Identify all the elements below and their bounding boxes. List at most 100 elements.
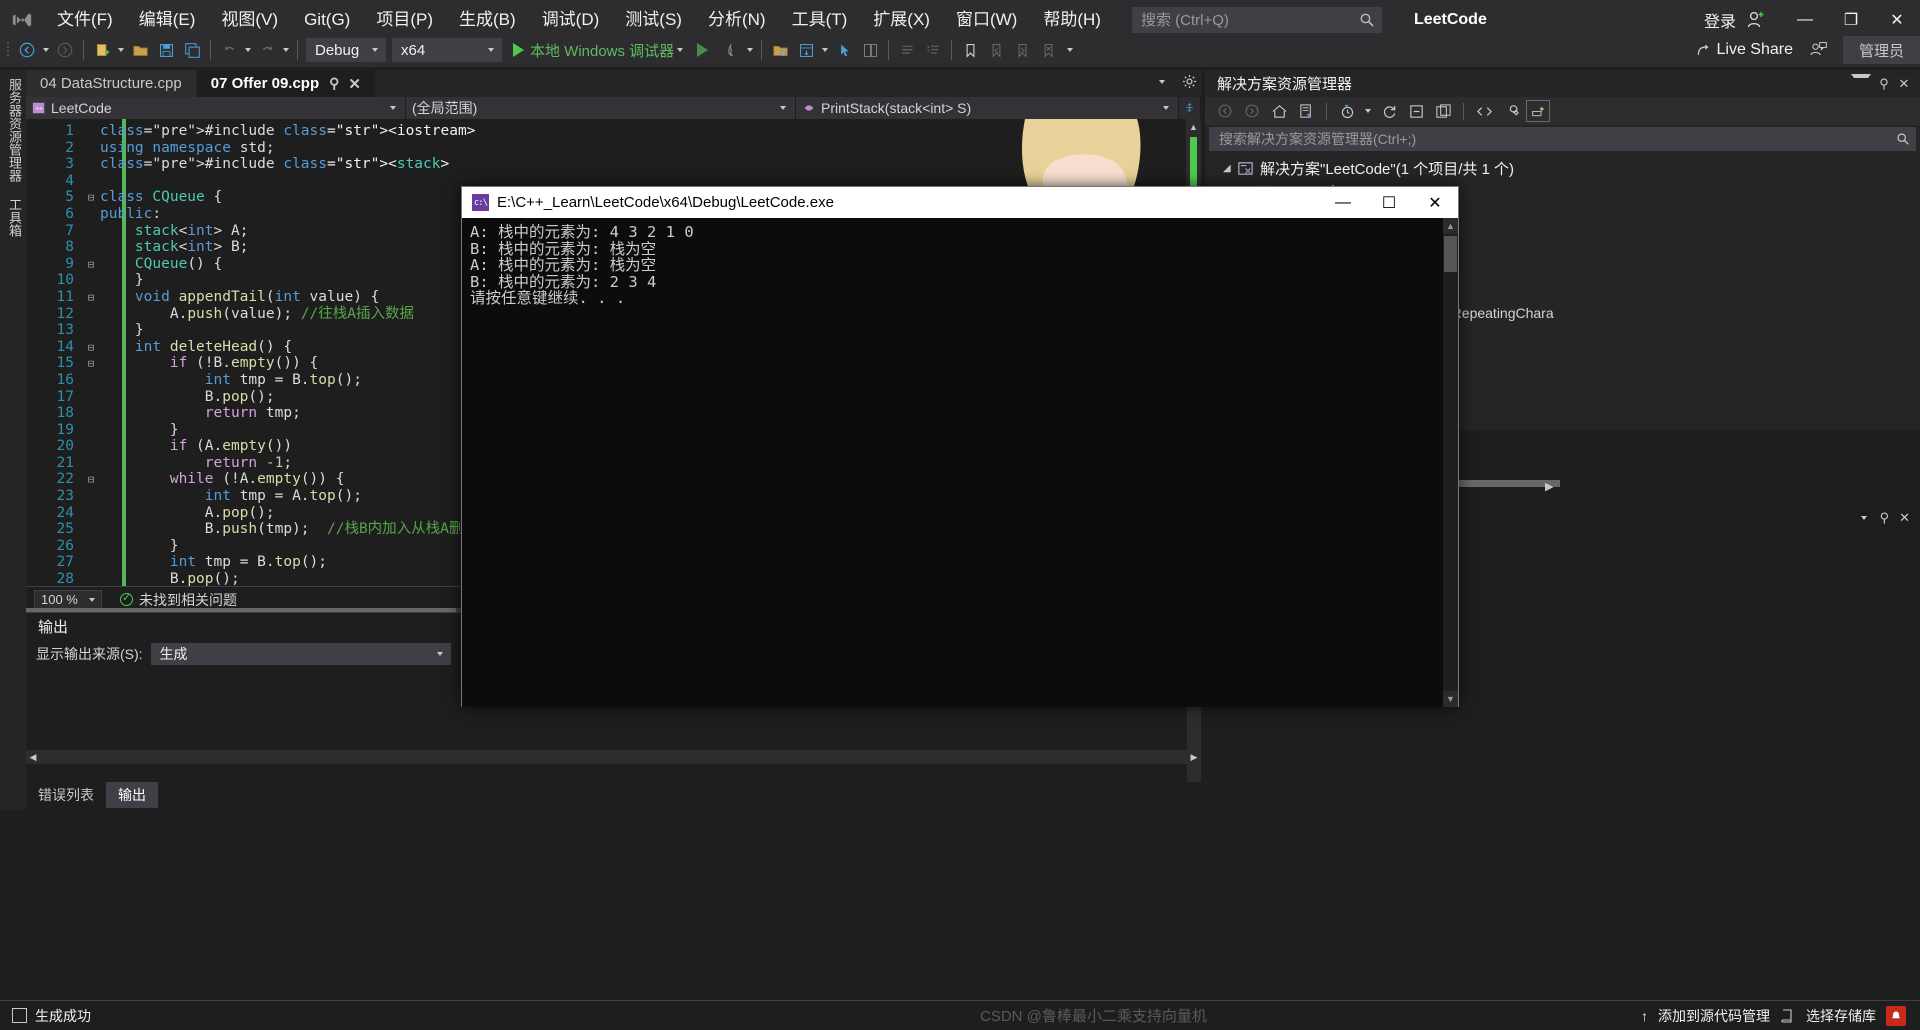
search-input[interactable] [1140,11,1359,29]
navigate-back-icon[interactable] [14,37,40,63]
back-icon[interactable] [1213,100,1237,122]
previous-bookmark-icon[interactable] [983,37,1009,63]
back-dropdown-icon[interactable] [43,48,49,52]
refresh-icon[interactable] [1377,100,1401,122]
document-tab-datastructure[interactable]: 04 DataStructure.cpp [26,70,196,97]
console-scrollbar[interactable]: ▲ ▼ [1443,218,1458,707]
pin-icon-2[interactable]: ⚲ [1880,510,1890,526]
undo-icon[interactable] [216,37,242,63]
output-source-combo[interactable]: 生成 [150,643,451,665]
toolbar-overflow-icon[interactable] [1067,48,1074,52]
console-scroll-down-icon[interactable]: ▼ [1443,691,1458,707]
notification-icon[interactable] [1886,1005,1906,1026]
hot-reload-dropdown-icon[interactable] [747,48,754,52]
pin-icon[interactable]: ⚲ [1874,74,1894,94]
close-icon[interactable]: ✕ [1894,74,1914,94]
quick-launch-search[interactable] [1131,6,1382,34]
output-scroll-left-icon[interactable]: ◀ [26,750,40,763]
start-debugging-button[interactable]: 本地 Windows 调试器 [513,40,686,61]
source-control-label[interactable]: 添加到源代码管理 [1658,1006,1770,1026]
output-horizontal-scrollbar[interactable]: ◀ ▶ [26,750,1201,764]
zoom-level-combo[interactable]: 100 % [34,589,102,610]
console-window[interactable]: c:\ E:\C++_Learn\LeetCode\x64\Debug\Leet… [461,186,1459,707]
forward-icon[interactable] [1240,100,1264,122]
chevron-down-icon-3[interactable] [1860,516,1867,520]
collapse-all-icon[interactable] [1404,100,1428,122]
show-all-files-icon[interactable] [1431,100,1455,122]
sidebar-item-server-explorer[interactable]: 服务器资源管理器 [0,70,29,190]
pending-changes-dropdown-icon[interactable] [1365,109,1371,113]
tree-node-solution[interactable]: ◢ 解决方案"LeetCode"(1 个项目/共 1 个) [1205,157,1920,180]
bottom-dock-tabs: 错误列表 输出 [26,782,1201,808]
new-item-dropdown-icon[interactable] [118,48,124,52]
uncomment-lines-icon[interactable] [920,37,946,63]
redo-icon[interactable] [254,37,280,63]
pin-icon[interactable]: ⚲ [329,75,339,92]
split-editor-icon[interactable] [1179,96,1201,119]
preview-icon[interactable] [1526,100,1550,122]
navigate-forward-icon[interactable] [52,37,78,63]
solution-icon [1238,162,1253,175]
memory-dropdown-icon[interactable] [822,48,829,52]
navbar-project-combo[interactable]: ++ LeetCode [26,96,406,119]
pending-changes-icon[interactable] [1335,100,1359,122]
solution-search-input[interactable] [1219,131,1896,147]
document-tab-offer09[interactable]: 07 Offer 09.cpp ⚲ ✕ [196,70,375,97]
compare-files-icon[interactable] [857,37,883,63]
redo-dropdown-icon[interactable] [283,48,289,52]
tree-node-solution-label: 解决方案"LeetCode"(1 个项目/共 1 个) [1260,161,1515,178]
home-icon[interactable] [1267,100,1291,122]
live-share-button[interactable]: Live Share [1716,41,1805,59]
gear-icon[interactable] [1182,74,1197,89]
view-code-icon[interactable] [1472,100,1496,122]
solution-explorer-title: 解决方案资源管理器 [1217,76,1353,93]
debug-target-dropdown-icon[interactable] [677,48,684,52]
solution-platform-combo[interactable]: x64 [392,38,502,62]
active-files-dropdown-icon[interactable] [1159,79,1165,84]
solution-config-value: Debug [315,41,360,59]
new-item-icon[interactable] [89,37,115,63]
console-scroll-thumb[interactable] [1444,236,1457,272]
undo-dropdown-icon[interactable] [245,48,251,52]
background-scroll-right-icon[interactable]: ▶ [1545,480,1553,493]
bookmark-icon[interactable] [957,37,983,63]
sign-in-button[interactable]: 登录 [1696,8,1744,32]
console-output[interactable]: A: 栈中的元素为: 4 3 2 1 0 B: 栈中的元素为: 栈为空 A: 栈… [462,218,1445,707]
sidebar-item-toolbox[interactable]: 工具箱 [0,190,29,245]
select-startup-item-icon[interactable] [767,37,793,63]
live-share-icon[interactable] [1690,37,1716,63]
sync-with-document-icon[interactable] [1294,100,1318,122]
navbar-member-combo[interactable]: PrintStack(stack<int> S) [796,96,1179,119]
close-icon[interactable]: ✕ [348,75,361,93]
hot-reload-icon[interactable] [718,37,744,63]
tab-output[interactable]: 输出 [106,782,158,808]
person-add-icon[interactable] [1744,8,1768,32]
scroll-up-icon[interactable]: ▲ [1186,119,1201,132]
clear-bookmarks-icon[interactable] [1035,37,1061,63]
console-scroll-up-icon[interactable]: ▲ [1443,218,1458,234]
properties-icon[interactable] [1499,100,1523,122]
feedback-icon[interactable] [1805,37,1831,63]
next-bookmark-icon[interactable] [1009,37,1035,63]
solution-config-combo[interactable]: Debug [306,38,386,62]
twisty-expanded-icon[interactable]: ◢ [1223,163,1237,174]
start-without-debugging-icon[interactable] [692,37,718,63]
solution-explorer-search[interactable] [1209,127,1916,151]
pointer-select-icon[interactable] [831,37,857,63]
memory-window-icon[interactable] [793,37,819,63]
console-maximize-button[interactable]: ☐ [1366,187,1412,218]
tab-error-list[interactable]: 错误列表 [26,782,106,808]
comment-lines-icon[interactable] [894,37,920,63]
open-file-icon[interactable] [127,37,153,63]
console-minimize-button[interactable]: — [1320,187,1366,218]
navbar-scope-combo[interactable]: (全局范围) [406,96,796,119]
save-all-icon[interactable] [179,37,205,63]
close-icon-2[interactable]: ✕ [1899,510,1910,526]
save-icon[interactable] [153,37,179,63]
chevron-down-icon[interactable] [1851,73,1871,94]
repo-label[interactable]: 选择存储库 [1806,1006,1876,1026]
output-scroll-right-icon[interactable]: ▶ [1187,750,1201,763]
search-icon [1360,13,1374,27]
up-arrow-icon[interactable]: ↑ [1641,1008,1648,1024]
console-close-button[interactable]: ✕ [1412,187,1458,218]
